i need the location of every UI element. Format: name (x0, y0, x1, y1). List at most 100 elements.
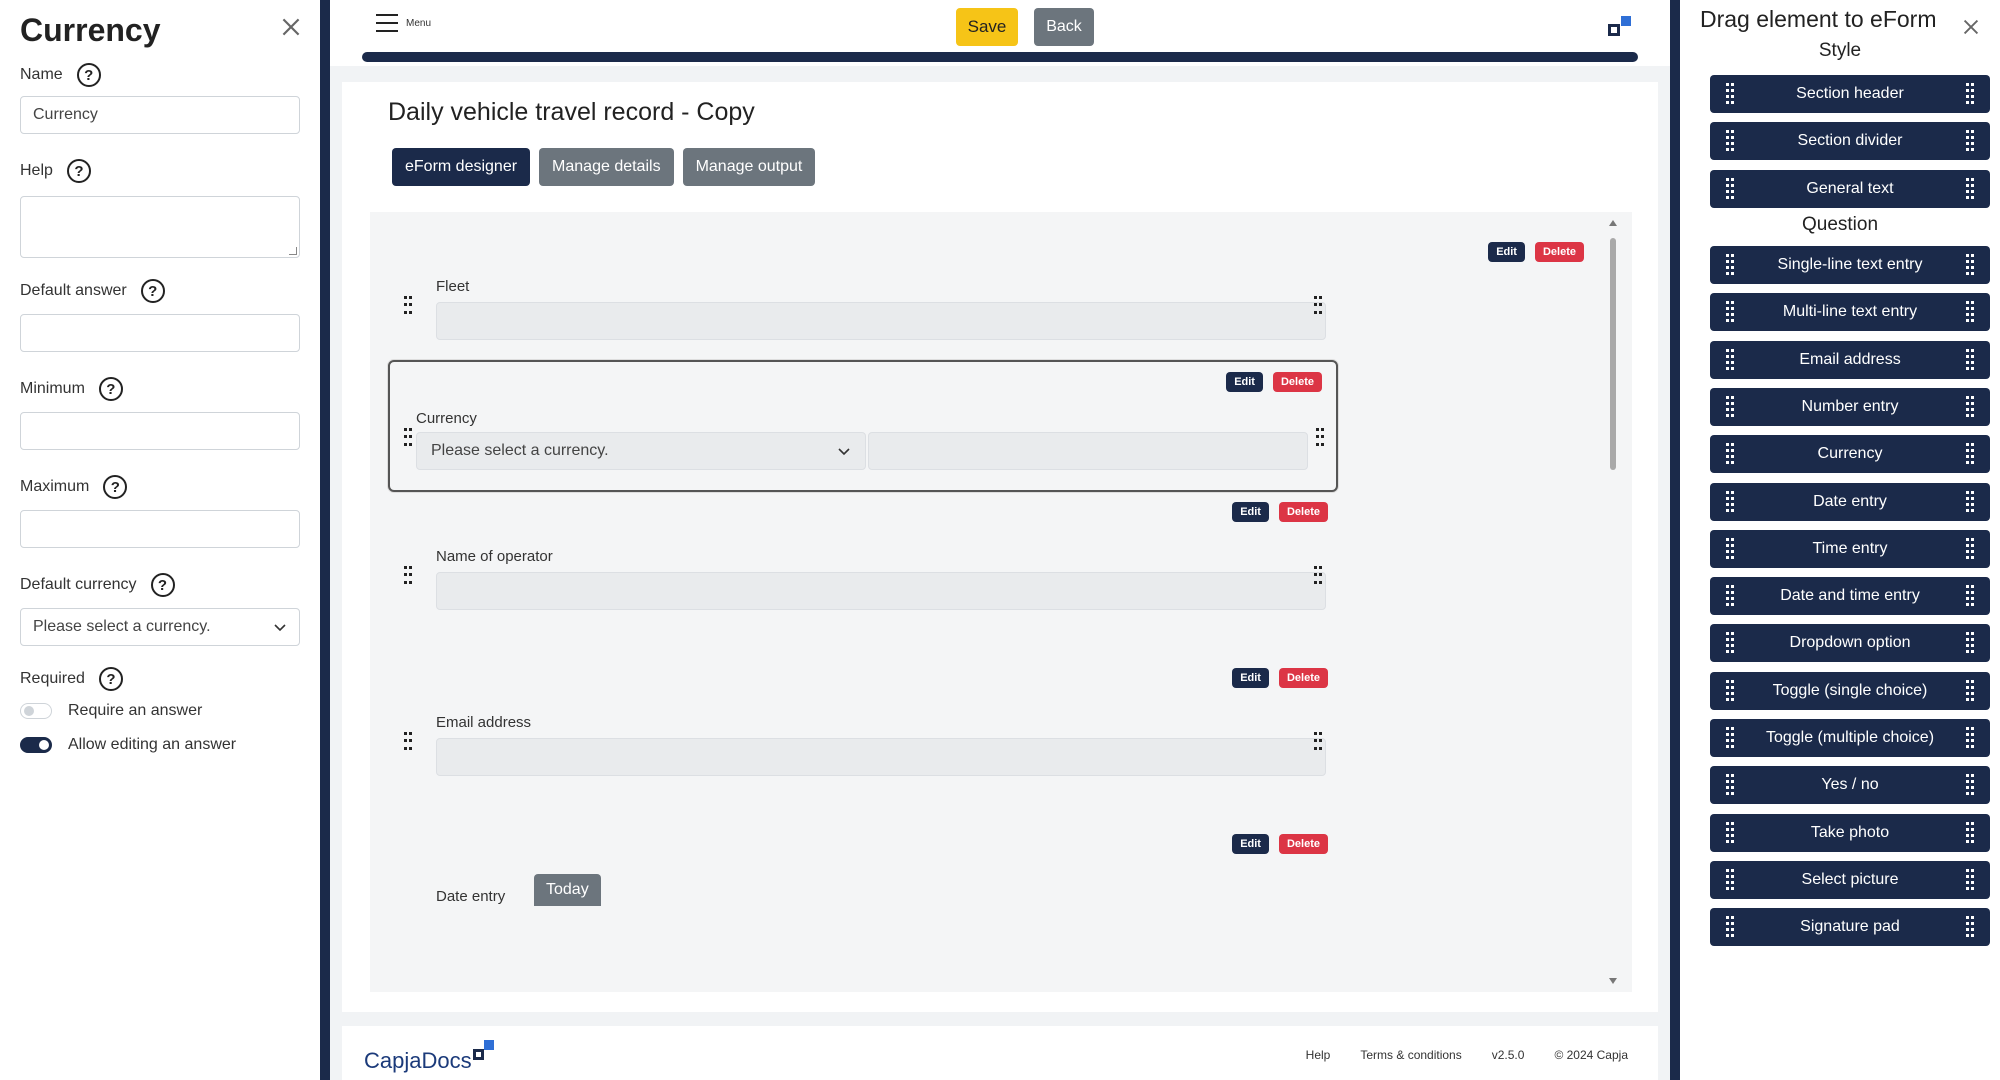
progress-bar (362, 52, 1638, 62)
palette-item-yes-no[interactable]: Yes / no (1710, 766, 1990, 805)
palette-item-currency[interactable]: Currency (1710, 435, 1990, 474)
require-answer-toggle[interactable] (20, 703, 52, 719)
fleet-input[interactable] (436, 302, 1326, 340)
save-button[interactable]: Save (956, 8, 1018, 46)
currency-select[interactable]: Please select a currency. (416, 432, 866, 470)
drag-handle-icon[interactable] (1314, 566, 1322, 586)
app-logo-icon[interactable] (1606, 14, 1634, 38)
drag-handle-icon (1726, 395, 1734, 418)
operator-name-input[interactable] (436, 572, 1326, 610)
close-icon[interactable] (278, 14, 304, 40)
palette-item-dropdown-option[interactable]: Dropdown option (1710, 624, 1990, 663)
footer-terms-link[interactable]: Terms & conditions (1360, 1048, 1461, 1062)
resize-grip-icon[interactable] (289, 247, 297, 255)
menu-button[interactable]: Menu (376, 14, 431, 32)
minimum-input[interactable] (20, 412, 300, 450)
element-label: Currency (416, 410, 477, 427)
form-element-selected[interactable]: Edit Delete Currency Please select a cur… (388, 360, 1338, 492)
palette-item-date-entry[interactable]: Date entry (1710, 482, 1990, 521)
scroll-thumb[interactable] (1610, 238, 1616, 470)
palette-item-section-divider[interactable]: Section divider (1710, 122, 1990, 161)
close-icon[interactable] (1960, 16, 1982, 38)
drag-handle-icon[interactable] (1314, 296, 1322, 316)
palette-item-section-header[interactable]: Section header (1710, 75, 1990, 113)
currency-amount-input[interactable] (868, 432, 1308, 470)
tab-manage-details[interactable]: Manage details (539, 148, 674, 186)
drag-handle-icon (1726, 774, 1734, 796)
edit-button[interactable]: Edit (1226, 372, 1263, 392)
palette-item-toggle-single-choice[interactable]: Toggle (single choice) (1710, 671, 1990, 710)
help-icon[interactable]: ? (98, 377, 123, 401)
required-field-label: Required ? (20, 664, 300, 694)
tab-manage-output[interactable]: Manage output (682, 148, 816, 186)
drag-handle-icon[interactable] (404, 428, 412, 448)
canvas-scrollbar[interactable] (1606, 212, 1620, 992)
tab-bar: eForm designer Manage details Manage out… (392, 148, 816, 186)
back-button[interactable]: Back (1034, 8, 1094, 46)
palette-item-select-picture[interactable]: Select picture (1710, 860, 1990, 899)
edit-button[interactable]: Edit (1488, 242, 1525, 262)
help-icon[interactable]: ? (76, 63, 101, 87)
delete-button[interactable]: Delete (1278, 502, 1328, 522)
palette-item-email-address[interactable]: Email address (1710, 340, 1990, 379)
drag-handle-icon[interactable] (404, 296, 412, 316)
palette-item-time-entry[interactable]: Time entry (1710, 529, 1990, 568)
drag-handle-icon (1966, 632, 1974, 654)
palette-item-single-line-text-entry[interactable]: Single-line text entry (1710, 246, 1990, 284)
palette-item-general-text[interactable]: General text (1710, 169, 1990, 208)
help-icon[interactable]: ? (66, 159, 91, 183)
drag-handle-icon[interactable] (404, 566, 412, 586)
palette-item-label: Multi-line text entry (1782, 303, 1918, 321)
palette-item-date-and-time-entry[interactable]: Date and time entry (1710, 577, 1990, 616)
delete-button[interactable]: Delete (1534, 242, 1584, 262)
drag-handle-icon (1726, 727, 1734, 749)
form-element[interactable]: Edit Delete Date entry Today (392, 834, 1602, 992)
name-input[interactable]: Currency (20, 96, 300, 134)
footer-logo[interactable]: CapjaDocs (364, 1038, 496, 1074)
delete-button[interactable]: Delete (1272, 372, 1322, 392)
form-element[interactable]: Edit Delete Email address (392, 668, 1602, 788)
maximum-input[interactable] (20, 510, 300, 548)
palette-item-label: Date entry (1813, 492, 1887, 510)
palette-item-number-entry[interactable]: Number entry (1710, 387, 1990, 426)
scroll-up-icon[interactable] (1609, 220, 1617, 226)
today-button[interactable]: Today (534, 874, 601, 906)
help-icon[interactable]: ? (103, 475, 128, 499)
edit-button[interactable]: Edit (1232, 834, 1269, 854)
palette-item-take-photo[interactable]: Take photo (1710, 813, 1990, 852)
help-textarea[interactable] (20, 196, 300, 258)
allow-editing-toggle[interactable] (20, 737, 52, 753)
allow-editing-row: Allow editing an answer (20, 728, 300, 762)
palette-item-label: Time entry (1812, 539, 1888, 557)
drag-handle-icon[interactable] (404, 732, 412, 752)
palette-item-label: Email address (1799, 350, 1901, 368)
palette-item-multi-line-text-entry[interactable]: Multi-line text entry (1710, 293, 1990, 332)
palette-item-toggle-multiple-choice[interactable]: Toggle (multiple choice) (1710, 719, 1990, 757)
palette-item-signature-pad[interactable]: Signature pad (1710, 908, 1990, 947)
drag-handle-icon (1965, 83, 1974, 105)
delete-button[interactable]: Delete (1278, 668, 1328, 688)
drag-handle-icon (1966, 348, 1974, 371)
scroll-down-icon[interactable] (1609, 978, 1617, 984)
footer-copyright: © 2024 Capja (1554, 1048, 1628, 1062)
drag-handle-icon[interactable] (1316, 428, 1324, 448)
form-element[interactable]: Edit Delete Name of operator (392, 502, 1602, 622)
style-heading: Style (1818, 40, 1862, 61)
help-icon[interactable]: ? (140, 279, 165, 303)
maximum-label: Maximum (20, 478, 90, 495)
edit-button[interactable]: Edit (1232, 668, 1269, 688)
drag-handle-icon (1726, 821, 1734, 844)
footer-help-link[interactable]: Help (1306, 1048, 1331, 1062)
help-icon[interactable]: ? (98, 667, 123, 691)
edit-button[interactable]: Edit (1232, 502, 1269, 522)
default-answer-input[interactable] (20, 314, 300, 352)
form-element[interactable]: Edit Delete Fleet (392, 232, 1602, 342)
email-input[interactable] (436, 738, 1326, 776)
chevron-down-icon (838, 448, 850, 456)
page-title: Daily vehicle travel record - Copy (388, 98, 755, 126)
default-currency-select[interactable]: Please select a currency. (20, 608, 300, 646)
delete-button[interactable]: Delete (1278, 834, 1328, 854)
drag-handle-icon[interactable] (1314, 732, 1322, 752)
tab-eform-designer[interactable]: eForm designer (392, 148, 531, 186)
help-icon[interactable]: ? (150, 573, 175, 597)
